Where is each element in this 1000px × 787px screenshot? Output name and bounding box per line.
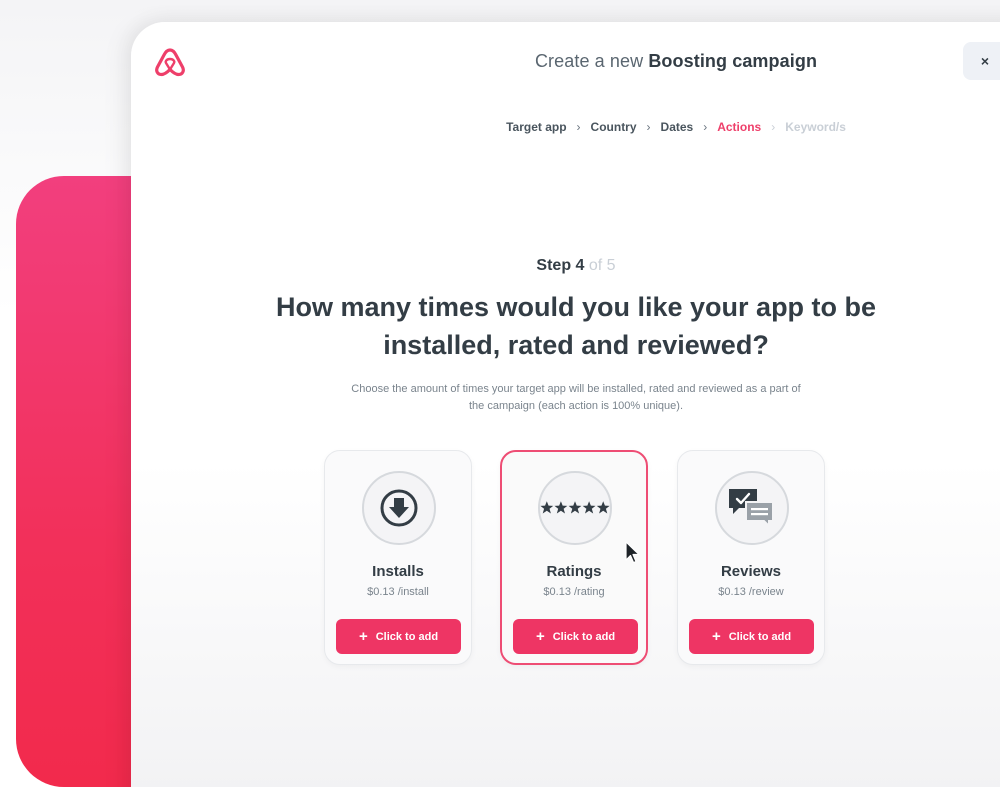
step-total: of 5 <box>584 257 616 274</box>
breadcrumb-target-app[interactable]: Target app <box>504 120 568 134</box>
stars-icon <box>540 501 610 514</box>
chevron-right-icon: › <box>771 120 776 134</box>
installs-card[interactable]: Installs $0.13 /install + Click to add <box>324 450 472 665</box>
breadcrumb-actions[interactable]: Actions <box>715 120 763 134</box>
breadcrumb-country[interactable]: Country <box>589 120 639 134</box>
add-button-label: Click to add <box>375 630 439 643</box>
title-bold: Boosting campaign <box>648 51 818 71</box>
add-installs-button[interactable]: + Click to add <box>336 619 461 654</box>
card-price: $0.13 /review <box>718 586 784 598</box>
breadcrumb-dates[interactable]: Dates <box>659 120 696 134</box>
card-label: Reviews <box>720 563 782 580</box>
add-reviews-button[interactable]: + Click to add <box>689 619 814 654</box>
breadcrumb-keywords: Keyword/s <box>785 120 846 134</box>
add-button-label: Click to add <box>552 630 616 643</box>
add-ratings-button[interactable]: + Click to add <box>513 619 638 654</box>
installs-icon-circle <box>362 471 436 545</box>
plus-icon: + <box>535 628 545 645</box>
page-title: How many times would you like your app t… <box>275 292 877 360</box>
card-price: $0.13 /rating <box>543 586 605 598</box>
title-prefix: Create a new <box>534 51 649 71</box>
chevron-right-icon: › <box>646 120 651 134</box>
card-price: $0.13 /install <box>367 586 429 598</box>
campaign-modal: Create a new Boosting campaign × Target … <box>131 22 1000 787</box>
plus-icon: + <box>711 628 721 645</box>
chevron-right-icon: › <box>703 120 708 134</box>
stage: Create a new Boosting campaign × Target … <box>0 0 1000 787</box>
breadcrumb: Target app › Country › Dates › Actions ›… <box>131 120 1000 134</box>
modal-title: Create a new Boosting campaign <box>131 51 1000 72</box>
reviews-icon-circle <box>715 471 789 545</box>
step-current: Step 4 <box>536 257 585 274</box>
reviews-card[interactable]: Reviews $0.13 /review + Click to add <box>677 450 825 665</box>
chevron-right-icon: › <box>576 120 581 134</box>
close-icon: × <box>980 53 990 69</box>
close-button[interactable]: × <box>963 42 1000 80</box>
step-indicator: Step 4 of 5 <box>131 257 1000 275</box>
plus-icon: + <box>358 628 368 645</box>
page-description: Choose the amount of times your target a… <box>351 383 801 412</box>
download-icon <box>380 489 418 527</box>
chat-bubbles-icon <box>729 489 774 529</box>
add-button-label: Click to add <box>728 630 792 643</box>
mouse-pointer-icon <box>625 541 640 564</box>
ratings-icon-circle <box>538 471 612 545</box>
card-label: Ratings <box>546 563 602 580</box>
card-label: Installs <box>372 563 424 580</box>
